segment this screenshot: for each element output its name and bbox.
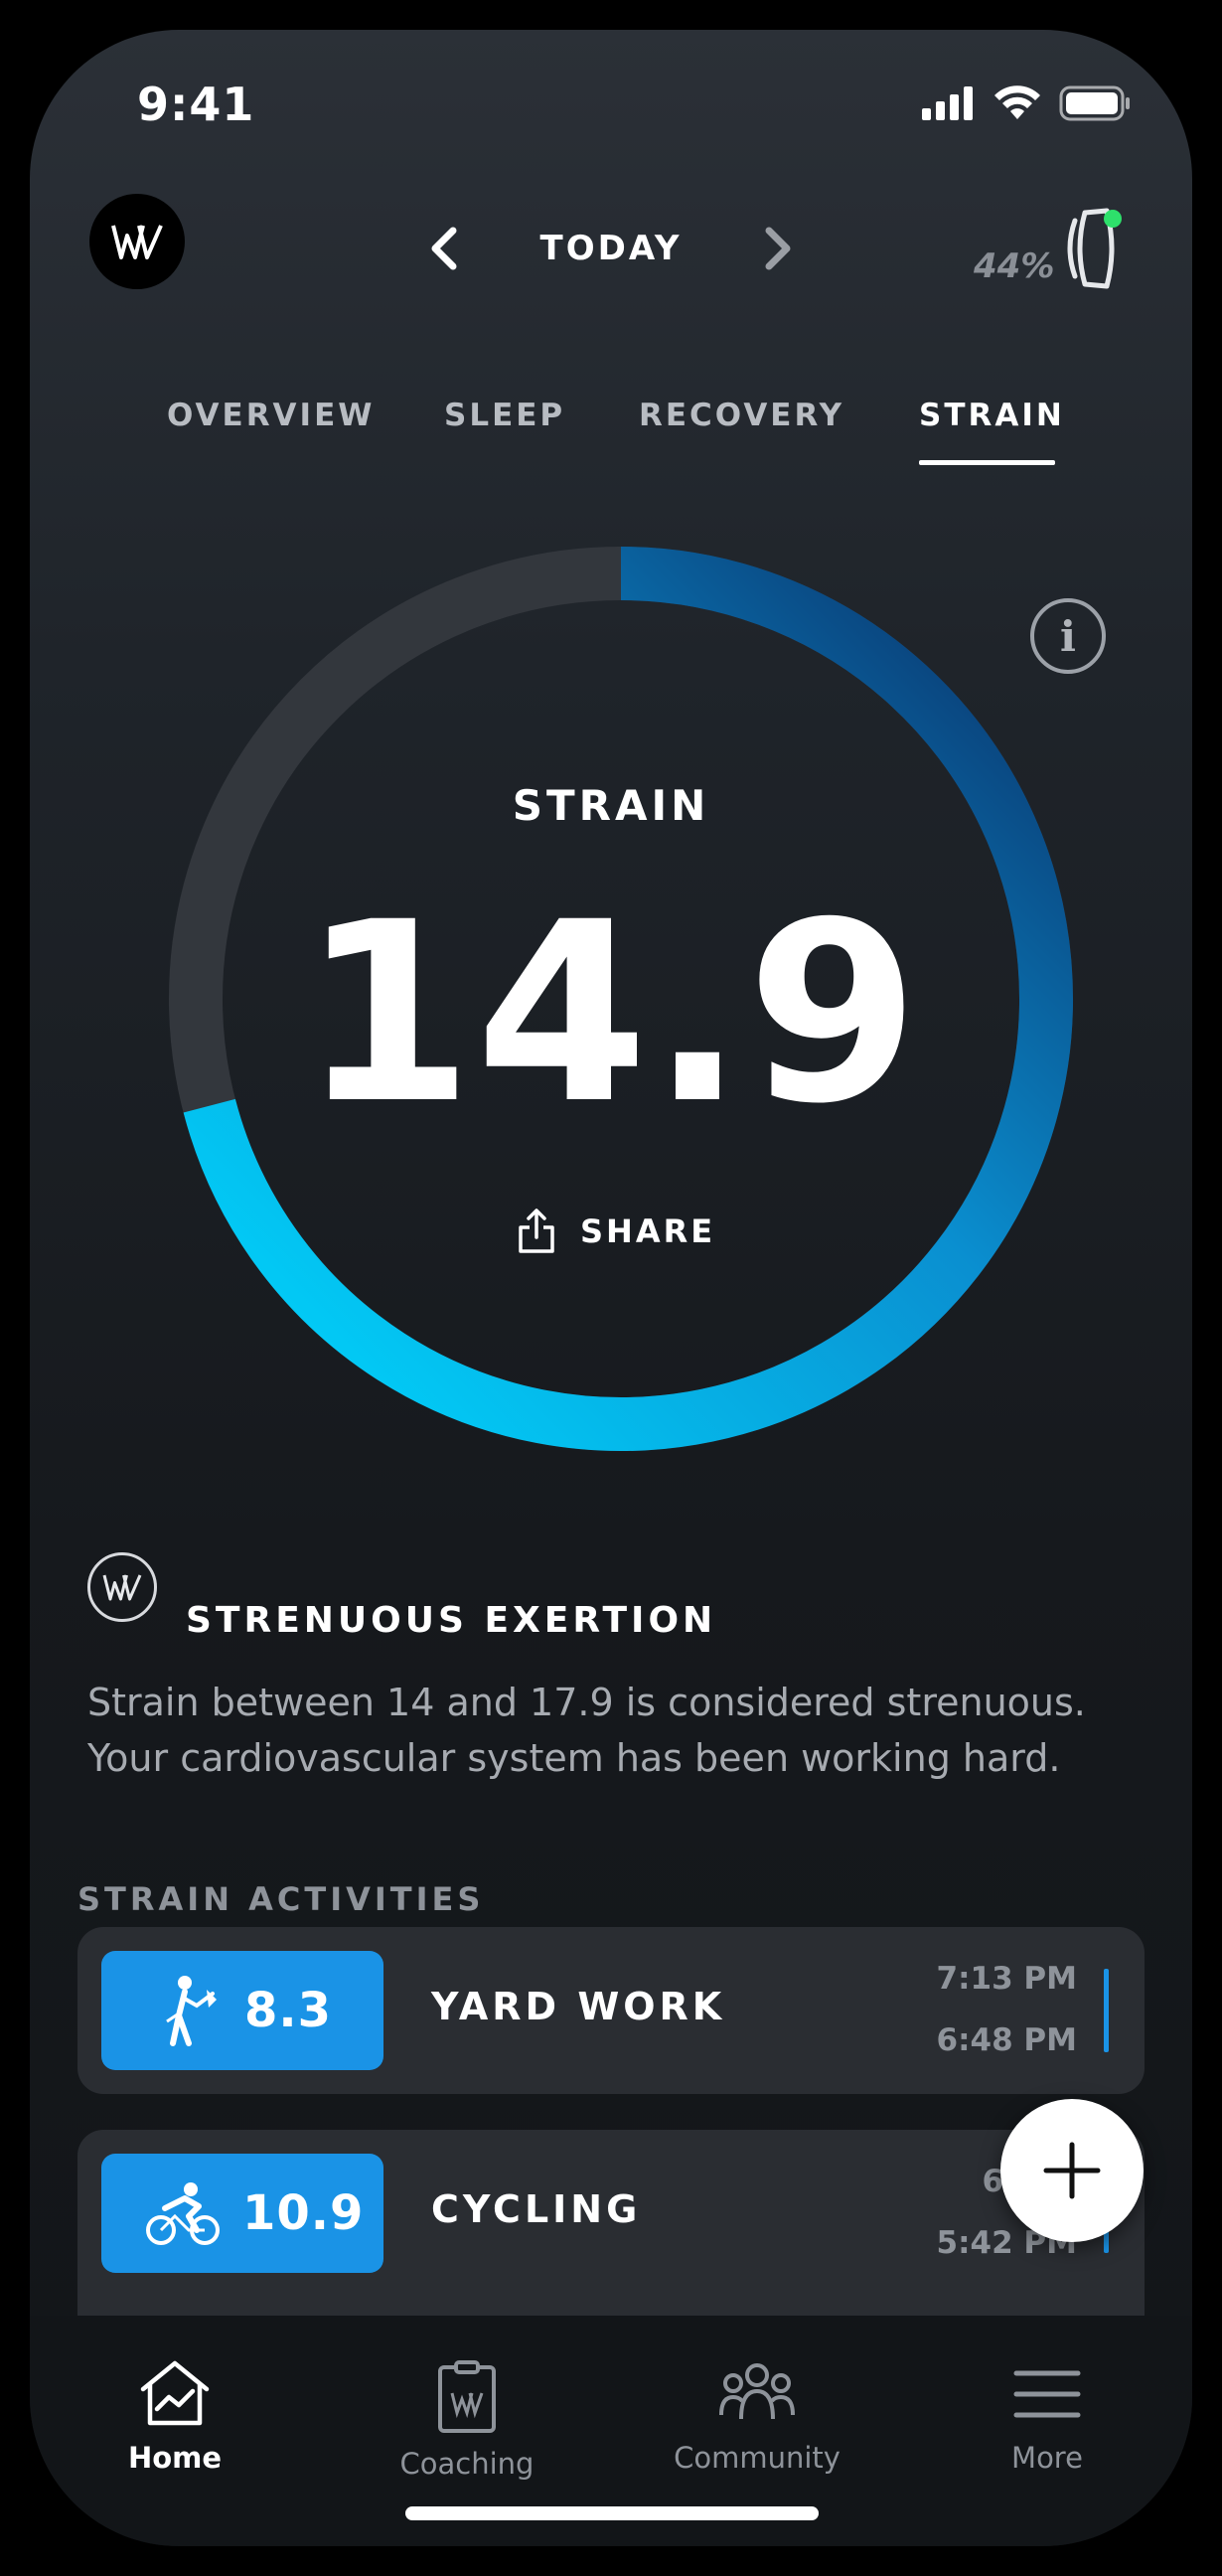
- date-label: TODAY: [539, 229, 683, 268]
- exertion-logo-icon: [87, 1552, 157, 1622]
- tab-home[interactable]: Home: [66, 2359, 284, 2475]
- strap-device-icon[interactable]: [1057, 201, 1127, 296]
- plus-icon: [1043, 2142, 1101, 2199]
- date-navigator: TODAY: [427, 224, 795, 273]
- chevron-left-icon[interactable]: [427, 225, 461, 272]
- tab-community-label: Community: [674, 2441, 840, 2475]
- add-activity-button[interactable]: [1000, 2099, 1144, 2242]
- share-icon: [519, 1208, 554, 1253]
- chevron-right-icon[interactable]: [761, 225, 795, 272]
- activity-strain-value: 8.3: [244, 1983, 333, 2038]
- phone-frame: 9:41 TODAY 44% OVERVIEW SLEEP RECOVERY S…: [0, 0, 1222, 2576]
- activity-timeline-bar: [1104, 1969, 1109, 2052]
- home-icon: [140, 2360, 210, 2426]
- activity-name: YARD WORK: [431, 1985, 726, 2028]
- activity-badge: 8.3: [101, 1951, 383, 2070]
- tab-community[interactable]: Community: [648, 2359, 866, 2475]
- strap-battery-percent: 44%: [974, 246, 1055, 286]
- share-label: SHARE: [580, 1212, 716, 1250]
- status-icons: [922, 85, 1131, 121]
- tab-recovery[interactable]: RECOVERY: [639, 398, 844, 433]
- strain-title: STRAIN: [512, 781, 710, 830]
- coaching-icon: [438, 2360, 496, 2433]
- tab-strain[interactable]: STRAIN: [919, 398, 1065, 433]
- activity-name: CYCLING: [431, 2187, 642, 2231]
- tab-overview[interactable]: OVERVIEW: [167, 398, 375, 433]
- info-button[interactable]: i: [1030, 598, 1106, 674]
- tab-more-label: More: [1011, 2441, 1083, 2475]
- activity-start-time: 6:48 PM: [936, 2022, 1077, 2058]
- community-icon: [719, 2363, 795, 2420]
- menu-icon: [1013, 2370, 1081, 2418]
- tab-more[interactable]: More: [938, 2359, 1156, 2475]
- tab-sleep[interactable]: SLEEP: [444, 398, 565, 433]
- activity-strain-value: 10.9: [242, 2185, 365, 2241]
- exertion-title: STRENUOUS EXERTION: [186, 1600, 717, 1641]
- info-icon: i: [1060, 611, 1076, 661]
- tab-coaching[interactable]: Coaching: [358, 2359, 576, 2481]
- activity-card[interactable]: 10.9 CYCLING 6:4 5:42 PM: [77, 2130, 1145, 2316]
- brand-logo[interactable]: [89, 194, 185, 289]
- yard-work-icon: [166, 1976, 217, 2046]
- cellular-signal-icon: [922, 86, 973, 120]
- battery-icon: [1059, 85, 1130, 121]
- tab-coaching-label: Coaching: [399, 2447, 535, 2481]
- activities-section-label: STRAIN ACTIVITIES: [77, 1880, 485, 1918]
- strain-score: 14.9: [300, 869, 922, 1158]
- cycling-icon: [146, 2182, 220, 2245]
- wifi-icon: [994, 85, 1040, 119]
- activity-badge: 10.9: [101, 2154, 383, 2273]
- tab-home-label: Home: [127, 2441, 223, 2475]
- activity-end-time: 7:13 PM: [936, 1961, 1077, 1997]
- exertion-description: Strain between 14 and 17.9 is considered…: [87, 1681, 1086, 1780]
- home-indicator: [405, 2506, 819, 2520]
- share-button[interactable]: SHARE: [517, 1208, 715, 1255]
- activity-card[interactable]: 8.3 YARD WORK 7:13 PM 6:48 PM: [77, 1927, 1145, 2094]
- strain-tabs: OVERVIEW SLEEP RECOVERY STRAIN: [30, 398, 1192, 477]
- status-time: 9:41: [137, 78, 255, 131]
- screen: 9:41 TODAY 44% OVERVIEW SLEEP RECOVERY S…: [30, 30, 1192, 2546]
- brand-logo-icon: [111, 225, 163, 259]
- active-tab-indicator: [919, 460, 1055, 465]
